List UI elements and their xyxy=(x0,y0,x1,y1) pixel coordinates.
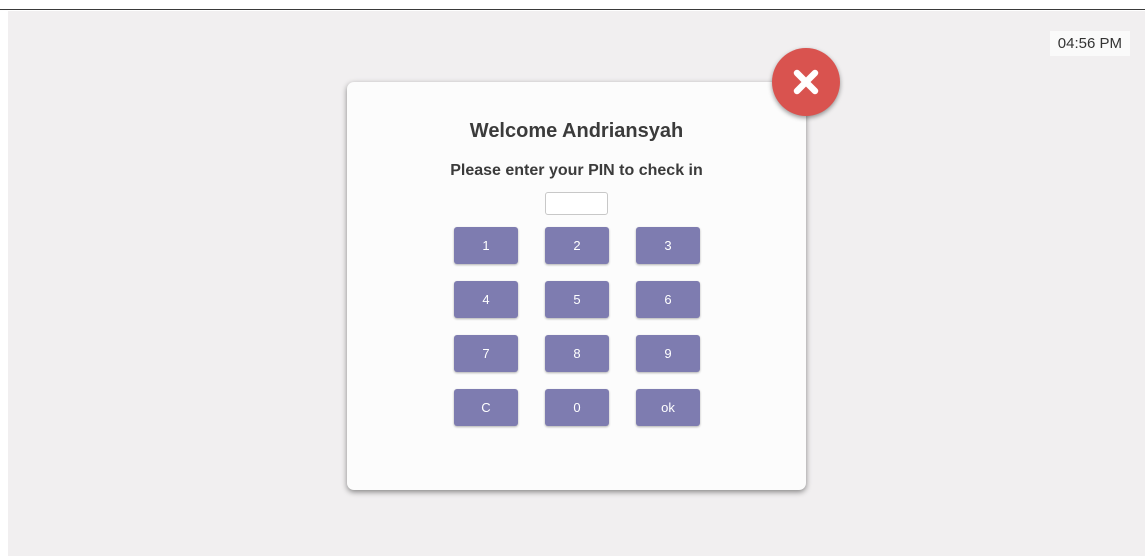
dialog-subtitle: Please enter your PIN to check in xyxy=(450,162,703,179)
keypad: 1 2 3 4 5 6 7 8 9 C 0 ok xyxy=(454,227,700,426)
key-2-button[interactable]: 2 xyxy=(545,227,609,264)
key-6-button[interactable]: 6 xyxy=(636,281,700,318)
key-5-button[interactable]: 5 xyxy=(545,281,609,318)
close-button[interactable] xyxy=(772,48,840,116)
key-8-button[interactable]: 8 xyxy=(545,335,609,372)
clear-button[interactable]: C xyxy=(454,389,518,426)
key-1-button[interactable]: 1 xyxy=(454,227,518,264)
dialog-title: Welcome Andriansyah xyxy=(469,120,684,142)
key-3-button[interactable]: 3 xyxy=(636,227,700,264)
ok-button[interactable]: ok xyxy=(636,389,700,426)
pin-input[interactable] xyxy=(545,192,608,215)
close-icon xyxy=(793,69,819,95)
key-7-button[interactable]: 7 xyxy=(454,335,518,372)
key-4-button[interactable]: 4 xyxy=(454,281,518,318)
left-edge xyxy=(0,11,8,556)
key-9-button[interactable]: 9 xyxy=(636,335,700,372)
key-0-button[interactable]: 0 xyxy=(545,389,609,426)
clock-display: 04:56 PM xyxy=(1049,31,1130,56)
top-bar xyxy=(0,0,1145,10)
pin-dialog: Welcome Andriansyah Please enter your PI… xyxy=(347,82,806,490)
